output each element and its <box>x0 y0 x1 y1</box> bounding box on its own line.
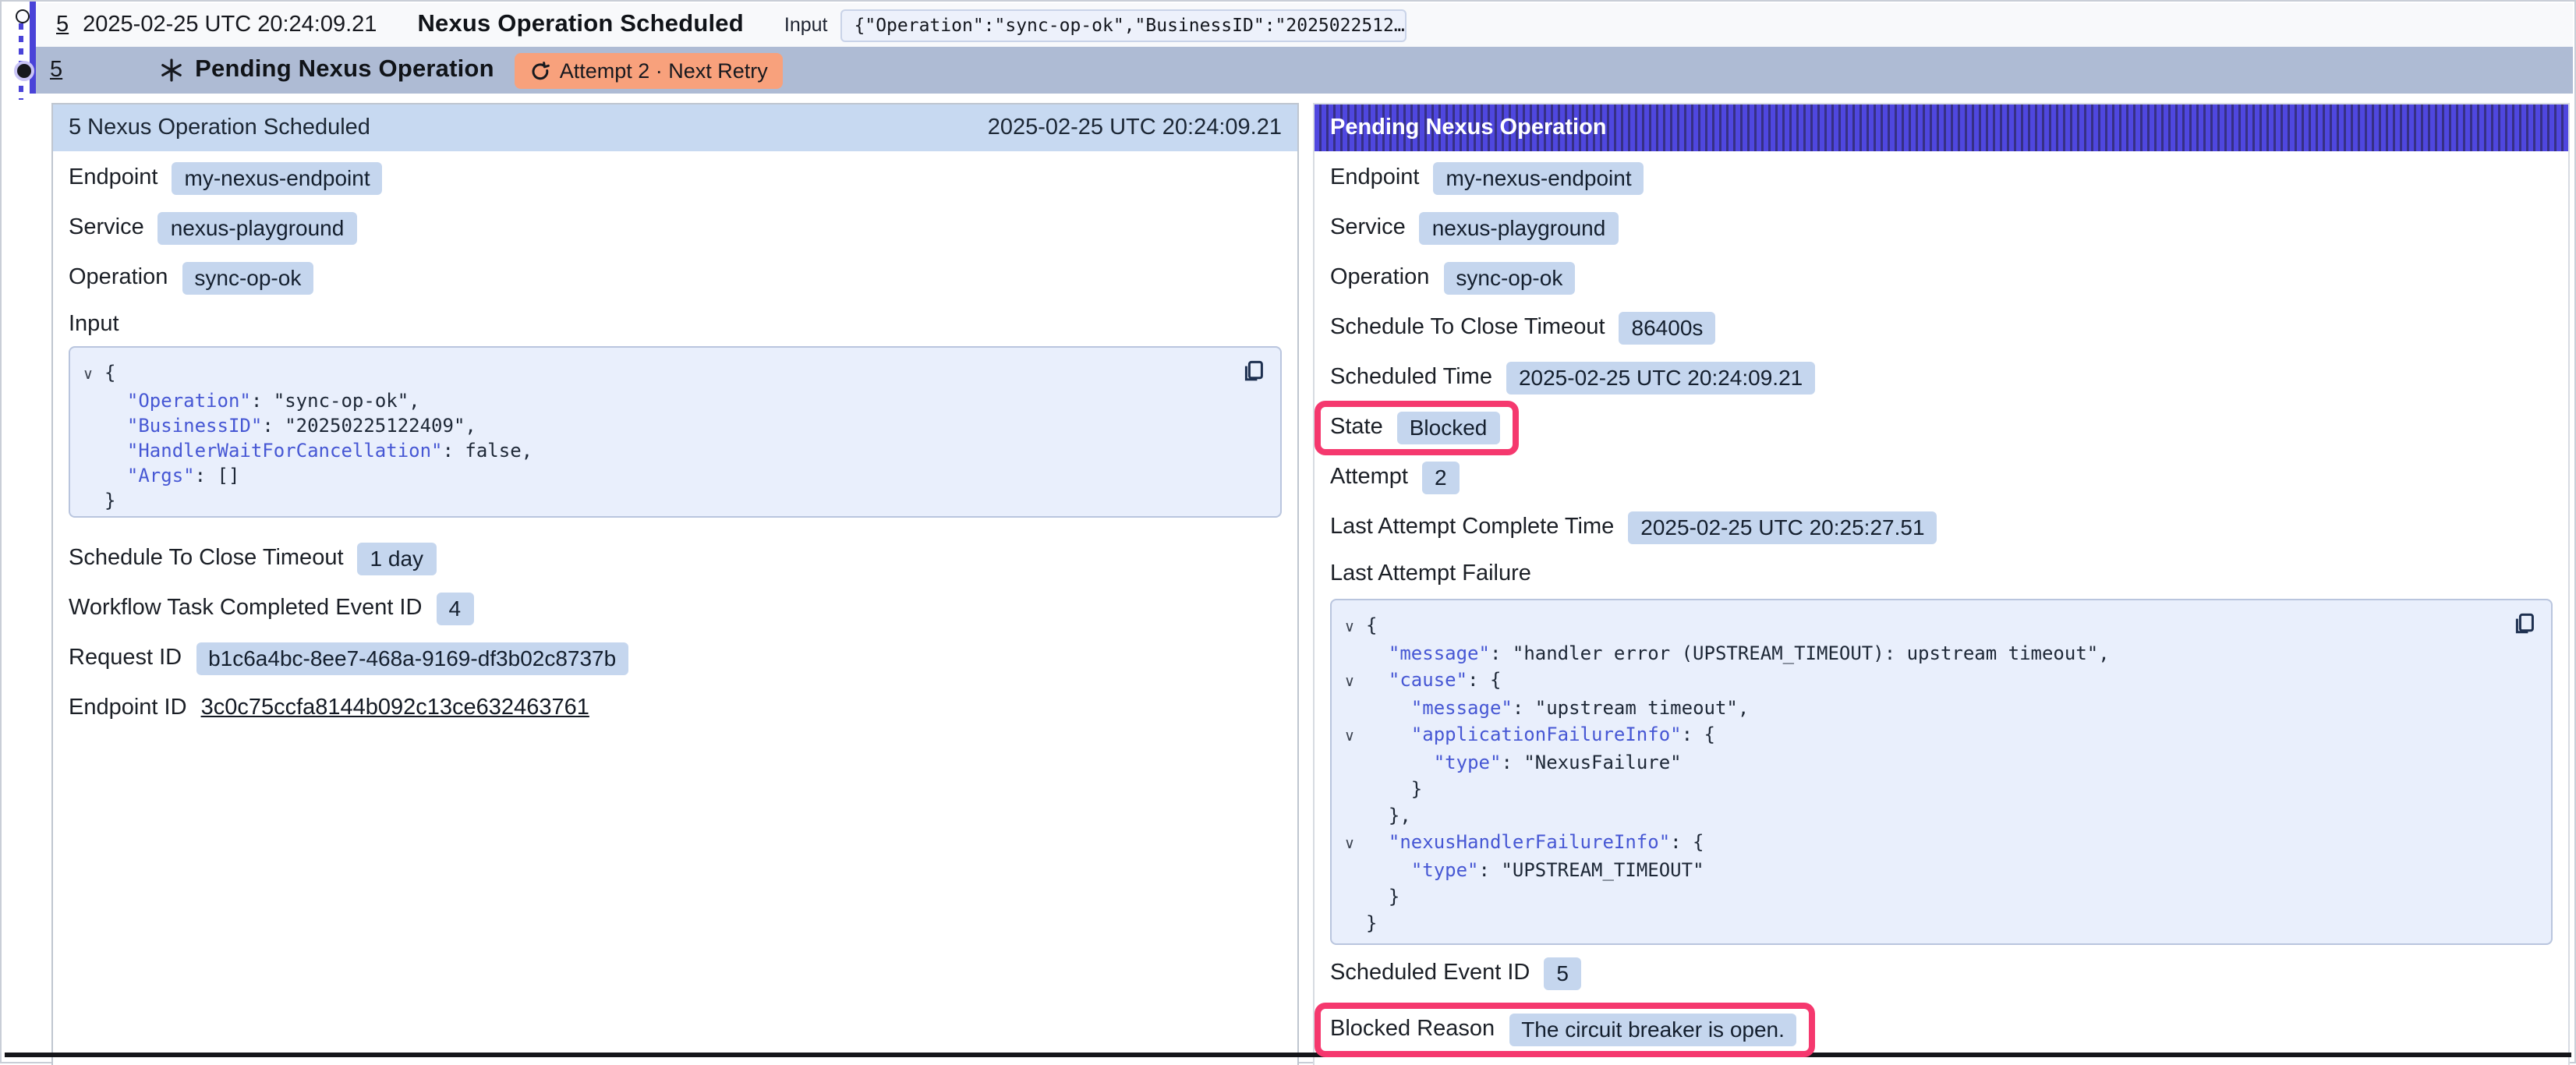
collapse-caret-icon[interactable]: ∨ <box>1344 831 1366 858</box>
event-row[interactable]: 5 2025-02-25 UTC 20:24:09.21 Nexus Opera… <box>36 3 2573 47</box>
field-value-chip: nexus-playground <box>158 211 357 244</box>
field-value-chip: sync-op-ok <box>1443 261 1575 294</box>
field-value-chip: 5 <box>1544 957 1581 989</box>
field-row-last-attempt-complete: Last Attempt Complete Time 2025-02-25 UT… <box>1330 508 2553 546</box>
field-value-chip: sync-op-ok <box>182 261 313 294</box>
field-row-operation: Operation sync-op-ok <box>69 259 1282 296</box>
field-row-schedule-to-close: Schedule To Close Timeout 86400s <box>1330 309 2553 346</box>
field-label: Scheduled Time <box>1330 365 1492 390</box>
field-row-endpoint-id: Endpoint ID 3c0c75ccfa8144b092c13ce63246… <box>69 689 1282 727</box>
field-label: Scheduled Event ID <box>1330 961 1530 985</box>
field-label: Schedule To Close Timeout <box>1330 315 1605 340</box>
field-row-schedule-to-close: Schedule To Close Timeout 1 day <box>69 540 1282 577</box>
left-panel-title: 5 Nexus Operation Scheduled <box>69 115 370 140</box>
field-row-request-id: Request ID b1c6a4bc-8ee7-468a-9169-df3b0… <box>69 639 1282 677</box>
copy-icon[interactable] <box>2512 611 2537 636</box>
event-history-view: 5 2025-02-25 UTC 20:24:09.21 Nexus Opera… <box>0 0 2576 1063</box>
field-value-chip: b1c6a4bc-8ee7-468a-9169-df3b02c8737b <box>196 642 628 674</box>
failure-section-label: Last Attempt Failure <box>1330 558 2553 589</box>
pending-event-id-link[interactable]: 5 <box>50 58 62 83</box>
field-row-service: Service nexus-playground <box>1330 209 2553 246</box>
retry-badge: Attempt 2 · Next Retry <box>515 52 784 88</box>
field-label: Service <box>1330 215 1406 240</box>
retry-badge-label: Attempt 2 · Next Retry <box>560 58 768 82</box>
field-label: Operation <box>69 265 168 290</box>
pending-operation-panel: Pending Nexus Operation Endpoint my-nexu… <box>1313 103 2570 1065</box>
input-label: Input <box>784 14 828 36</box>
timeline-selected-bar <box>29 2 35 94</box>
field-row-state: State Blocked <box>1330 409 2553 446</box>
input-preview-chip: {"Operation":"sync-op-ok","BusinessID":"… <box>840 9 1407 41</box>
field-row-attempt: Attempt 2 <box>1330 458 2553 496</box>
field-row-scheduled-event-id: Scheduled Event ID 5 <box>1330 954 2553 992</box>
collapse-caret-icon[interactable]: ∨ <box>1344 724 1366 750</box>
event-id-link[interactable]: 5 <box>56 12 69 37</box>
field-row-service: Service nexus-playground <box>69 209 1282 246</box>
copy-icon[interactable] <box>1241 359 1266 384</box>
field-label: Endpoint ID <box>69 695 187 720</box>
timeline-open-circle-icon <box>15 9 29 23</box>
left-panel-timestamp: 2025-02-25 UTC 20:24:09.21 <box>988 115 1282 140</box>
field-label: Service <box>69 215 144 240</box>
field-value-chip: 2025-02-25 UTC 20:24:09.21 <box>1506 361 1815 394</box>
right-panel-header: Pending Nexus Operation <box>1315 104 2568 151</box>
failure-json-block: ∨{ "message": "handler error (UPSTREAM_T… <box>1330 599 2553 945</box>
field-value-chip: 86400s <box>1619 311 1716 344</box>
nexus-asterisk-icon <box>159 58 184 83</box>
field-value-chip: my-nexus-endpoint <box>1434 161 1644 194</box>
field-value-chip: 4 <box>436 592 473 624</box>
event-title: Nexus Operation Scheduled <box>417 11 743 39</box>
field-value-chip: 2 <box>1422 461 1460 494</box>
field-label: State <box>1330 415 1383 440</box>
collapse-caret-icon[interactable]: ∨ <box>1344 669 1366 695</box>
field-row-blocked-reason: Blocked Reason The circuit breaker is op… <box>1330 1010 2553 1048</box>
field-label: Operation <box>1330 265 1429 290</box>
left-panel-header: 5 Nexus Operation Scheduled 2025-02-25 U… <box>53 104 1297 151</box>
input-section-label: Input <box>69 309 1282 340</box>
field-label: Endpoint <box>69 165 158 190</box>
field-label: Attempt <box>1330 465 1408 490</box>
field-label: Workflow Task Completed Event ID <box>69 596 422 621</box>
timeline-filled-dot-icon <box>13 60 34 80</box>
bottom-divider <box>5 1053 2571 1056</box>
event-detail-panel: 5 Nexus Operation Scheduled 2025-02-25 U… <box>51 103 1299 1065</box>
pending-title: Pending Nexus Operation <box>195 56 494 84</box>
state-value-chip: Blocked <box>1397 411 1500 444</box>
field-row-endpoint: Endpoint my-nexus-endpoint <box>69 159 1282 196</box>
field-label: Blocked Reason <box>1330 1017 1495 1042</box>
field-row-scheduled-time: Scheduled Time 2025-02-25 UTC 20:24:09.2… <box>1330 359 2553 396</box>
field-row-endpoint: Endpoint my-nexus-endpoint <box>1330 159 2553 196</box>
field-value-chip: 1 day <box>358 542 437 575</box>
field-label: Endpoint <box>1330 165 1420 190</box>
field-row-wft-completed-id: Workflow Task Completed Event ID 4 <box>69 589 1282 627</box>
field-value-chip: 2025-02-25 UTC 20:25:27.51 <box>1628 511 1937 543</box>
field-row-operation: Operation sync-op-ok <box>1330 259 2553 296</box>
endpoint-id-link[interactable]: 3c0c75ccfa8144b092c13ce632463761 <box>201 695 589 720</box>
blocked-reason-value-chip: The circuit breaker is open. <box>1509 1013 1797 1046</box>
collapse-caret-icon[interactable]: ∨ <box>83 363 104 388</box>
field-value-chip: my-nexus-endpoint <box>172 161 383 194</box>
field-label: Request ID <box>69 646 182 670</box>
field-value-chip: nexus-playground <box>1420 211 1619 244</box>
pending-operation-row[interactable]: 5 Pending Nexus Operation Attempt 2 · Ne… <box>36 47 2573 94</box>
field-label: Last Attempt Complete Time <box>1330 515 1614 540</box>
retry-icon <box>530 60 550 80</box>
input-json-block: ∨{ "Operation": "sync-op-ok", "BusinessI… <box>69 346 1282 518</box>
right-panel-title: Pending Nexus Operation <box>1330 115 1607 140</box>
event-timestamp: 2025-02-25 UTC 20:24:09.21 <box>83 12 377 37</box>
collapse-caret-icon[interactable]: ∨ <box>1344 614 1366 641</box>
field-label: Schedule To Close Timeout <box>69 546 344 571</box>
